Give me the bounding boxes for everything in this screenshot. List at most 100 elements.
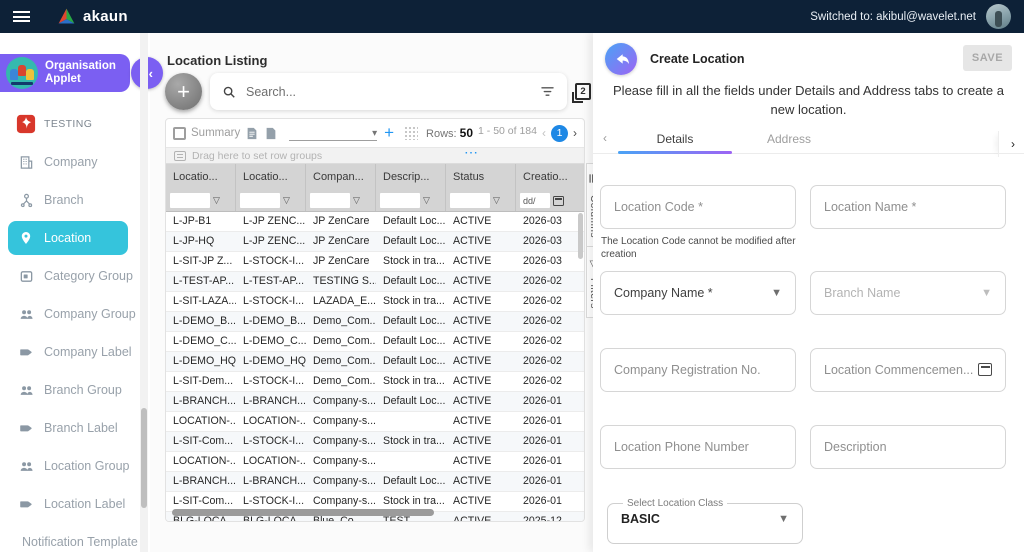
table-row[interactable]: L-DEMO_C... L-DEMO_C... Demo_Com... Default… xyxy=(166,332,584,352)
column-header-descrip[interactable]: Descrip... xyxy=(376,164,446,190)
saved-view-select[interactable]: ▾ xyxy=(289,126,378,141)
filter-sort-icon[interactable] xyxy=(540,86,555,97)
sidebar-item-company[interactable]: Company xyxy=(0,143,140,181)
table-cell: 2026-02 xyxy=(523,375,562,387)
table-cell: Demo_Com... xyxy=(313,375,376,387)
table-row[interactable]: L-BRANCH... L-BRANCH... Company-s... Defaul… xyxy=(166,392,584,412)
table-row[interactable]: LOCATION-... LOCATION-... Company-s... ACTI… xyxy=(166,412,584,432)
table-row[interactable]: L-DEMO_B... L-DEMO_B... Demo_Com... Default… xyxy=(166,312,584,332)
column-filter-input[interactable] xyxy=(450,193,490,208)
column-filter-input[interactable] xyxy=(170,193,210,208)
table-cell: L-BRANCH... xyxy=(173,395,236,407)
back-button[interactable] xyxy=(605,43,637,75)
table-row[interactable]: L-SIT-Com... L-STOCK-I... Company-s... Stoc… xyxy=(166,432,584,452)
table-row[interactable]: L-TEST-AP... L-TEST-AP... TESTING S... Defa… xyxy=(166,272,584,292)
location-class-select[interactable]: Select Location Class BASIC ▼ xyxy=(607,497,803,544)
tabs-scroll-right-icon[interactable]: › xyxy=(998,130,1015,157)
rows-per-page[interactable]: 50 xyxy=(460,126,473,140)
tabs-scroll-left-icon[interactable]: ‹ xyxy=(603,131,607,145)
calendar-icon[interactable] xyxy=(553,195,564,206)
sidebar-item-company-group[interactable]: Company Group xyxy=(0,295,140,333)
location-code-field[interactable]: Location Code * xyxy=(600,184,796,229)
save-button[interactable]: SAVE xyxy=(963,45,1012,71)
table-row[interactable]: L-SIT-LAZA... L-STOCK-I... LAZADA_E... Stoc… xyxy=(166,292,584,312)
branch-name-select[interactable]: Branch Name ▼ xyxy=(810,270,1006,315)
location-table-card: Summary ▾ + Rows: 50 1 - 50 of 184 ‹ 1 ›… xyxy=(165,118,585,522)
sidebar-item-branch-label[interactable]: Branch Label xyxy=(0,409,140,447)
current-page-badge[interactable]: 1 xyxy=(551,124,568,142)
table-horizontal-scrollbar[interactable] xyxy=(172,509,434,516)
file-icon[interactable] xyxy=(264,126,278,141)
location-name-field[interactable]: Location Name * xyxy=(810,184,1006,229)
filter-funnel-icon[interactable]: ▽ xyxy=(493,195,500,206)
overflow-dots-icon[interactable]: ⋯ xyxy=(464,144,480,161)
table-row[interactable]: L-JP-HQ L-JP ZENC... JP ZenCare Default Loc… xyxy=(166,232,584,252)
company-registration-field[interactable]: Company Registration No. xyxy=(600,347,796,392)
table-row[interactable]: L-SIT-Dem... L-STOCK-I... Demo_Com... Stock… xyxy=(166,372,584,392)
column-filter-input[interactable] xyxy=(310,193,350,208)
column-header-compan[interactable]: Compan... xyxy=(306,164,376,190)
column-header-status[interactable]: Status xyxy=(446,164,516,190)
grid-layout-icon[interactable] xyxy=(404,126,419,140)
table-row[interactable]: L-BRANCH... L-BRANCH... Company-s... Defaul… xyxy=(166,472,584,492)
description-field[interactable]: Description xyxy=(810,424,1006,469)
table-cell: L-DEMO_B... xyxy=(243,315,306,327)
back-arrow-icon xyxy=(616,53,629,64)
table-cell: 2026-03 xyxy=(523,215,562,227)
table-cell: LOCATION-... xyxy=(173,455,236,467)
filter-funnel-icon[interactable]: ▽ xyxy=(213,195,220,206)
commencement-date-field[interactable]: Location Commencemen... xyxy=(810,347,1006,392)
tab-address[interactable]: Address xyxy=(732,124,846,153)
brand-logo[interactable]: akaun xyxy=(56,6,128,27)
column-header-locatio[interactable]: Locatio... xyxy=(236,164,306,190)
menu-icon[interactable] xyxy=(13,11,30,22)
calendar-icon[interactable] xyxy=(978,363,992,377)
table-row[interactable]: L-JP-B1 L-JP ZENC... JP ZenCare Default Loc… xyxy=(166,212,584,232)
filter-funnel-icon[interactable]: ▽ xyxy=(283,195,290,206)
table-vertical-scrollbar[interactable] xyxy=(578,213,583,259)
add-view-icon[interactable]: + xyxy=(384,123,394,143)
export-file-icon[interactable] xyxy=(245,126,259,141)
table-row[interactable]: L-SIT-JP Z... L-STOCK-I... JP ZenCare Stock… xyxy=(166,252,584,272)
row-group-dropzone[interactable]: Drag here to set row groups xyxy=(166,147,584,164)
search-input[interactable] xyxy=(244,83,532,100)
group-icon xyxy=(16,307,36,322)
sidebar-item-location[interactable]: Location xyxy=(8,221,128,255)
column-filter-input[interactable] xyxy=(240,193,280,208)
sidebar-item-testing[interactable]: TESTING xyxy=(0,105,140,143)
sidebar-item-category-group[interactable]: Category Group xyxy=(0,257,140,295)
column-filter-cell: ▽ xyxy=(236,190,306,211)
table-cell: 2026-01 xyxy=(523,395,562,407)
add-location-button[interactable]: + xyxy=(165,73,202,110)
column-filter-input[interactable] xyxy=(380,193,420,208)
table-row[interactable]: LOCATION-... LOCATION-... Company-s... ACTI… xyxy=(166,452,584,472)
summary-checkbox[interactable] xyxy=(173,126,186,140)
sidebar-item-branch-group[interactable]: Branch Group xyxy=(0,371,140,409)
sidebar-item-branch[interactable]: Branch xyxy=(0,181,140,219)
filter-funnel-icon[interactable]: ▽ xyxy=(423,195,430,206)
phone-number-field[interactable]: Location Phone Number xyxy=(600,424,796,469)
company-name-select[interactable]: Company Name * ▼ xyxy=(600,270,796,315)
table-toolbar: Summary ▾ + Rows: 50 1 - 50 of 184 ‹ 1 › xyxy=(166,119,584,147)
table-cell: 2026-02 xyxy=(523,275,562,287)
listing-title: Location Listing xyxy=(167,53,268,68)
sidebar-item-location-label[interactable]: Location Label xyxy=(0,485,140,523)
column-filter-input[interactable] xyxy=(520,193,550,208)
prev-page-icon[interactable]: ‹ xyxy=(542,126,546,140)
table-cell: L-STOCK-I... xyxy=(243,295,305,307)
next-page-icon[interactable]: › xyxy=(573,126,577,140)
table-cell: L-BRANCH... xyxy=(243,395,306,407)
sidebar-item-location-group[interactable]: Location Group xyxy=(0,447,140,485)
sidebar-item-company-label[interactable]: Company Label xyxy=(0,333,140,371)
filter-funnel-icon[interactable]: ▽ xyxy=(353,195,360,206)
user-avatar[interactable] xyxy=(986,4,1011,29)
column-filter-cell: ▽ xyxy=(306,190,376,211)
column-header-creatio[interactable]: Creatio... xyxy=(516,164,584,190)
sidebar-scrollbar[interactable] xyxy=(140,33,148,552)
sidebar-item-notification-template[interactable]: Notification Template xyxy=(0,523,140,552)
tab-details[interactable]: Details xyxy=(618,124,732,153)
table-row[interactable]: L-DEMO_HQ L-DEMO_HQ Demo_Com... Default Loc… xyxy=(166,352,584,372)
column-header-locatio[interactable]: Locatio... xyxy=(166,164,236,190)
multi-window-icon[interactable]: 2 xyxy=(572,83,591,103)
create-location-panel: Create Location SAVE Please fill in all … xyxy=(593,33,1024,552)
